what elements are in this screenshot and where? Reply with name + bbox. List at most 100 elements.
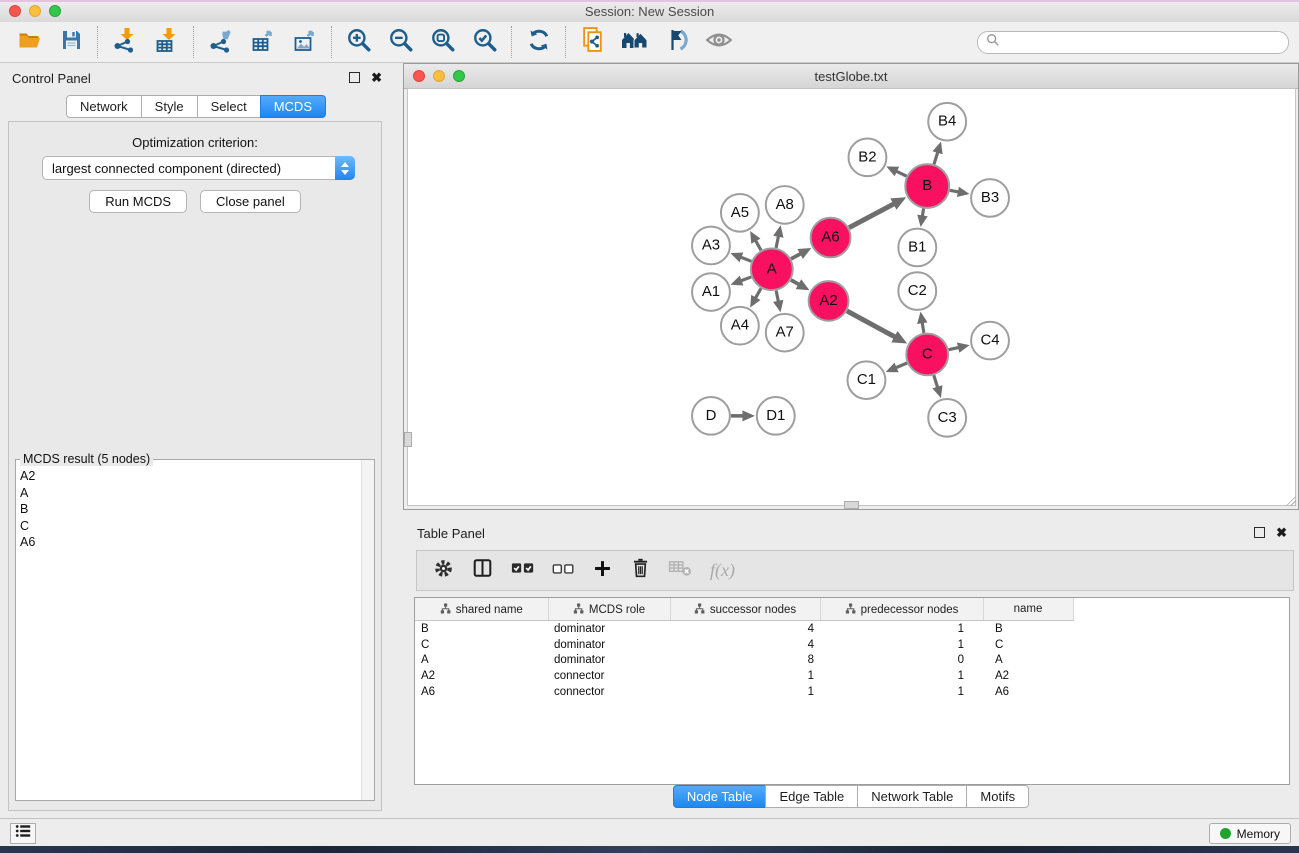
table-row[interactable]: Bdominator41B	[415, 621, 1289, 637]
table-row[interactable]: Adominator80A	[415, 653, 1289, 669]
search-input[interactable]	[1005, 34, 1280, 50]
cell[interactable]: B	[983, 621, 1073, 637]
cell[interactable]: connector	[548, 684, 670, 700]
edge-C-C2[interactable]	[917, 312, 927, 333]
cell[interactable]: dominator	[548, 637, 670, 653]
show-columns-button[interactable]	[471, 557, 494, 584]
node-D1[interactable]: D1	[757, 397, 795, 435]
edge-A-A4[interactable]	[750, 288, 761, 307]
float-panel-icon[interactable]	[1254, 527, 1265, 538]
tab-motifs[interactable]: Motifs	[966, 785, 1029, 808]
export-image-button[interactable]	[284, 25, 326, 59]
zoom-fit-button[interactable]	[422, 25, 464, 59]
search-field[interactable]	[977, 31, 1289, 54]
cell[interactable]: A	[415, 653, 548, 669]
refresh-view-button[interactable]	[518, 25, 560, 59]
edge-B-B4[interactable]	[933, 142, 943, 165]
edge-A-A3[interactable]	[730, 252, 751, 262]
node-B1[interactable]: B1	[898, 229, 936, 267]
cell[interactable]: A2	[983, 668, 1073, 684]
tab-edge-table[interactable]: Edge Table	[765, 785, 858, 808]
cell[interactable]: A6	[415, 684, 548, 700]
node-B3[interactable]: B3	[971, 179, 1009, 217]
node-A3[interactable]: A3	[692, 227, 730, 265]
column-header-predecessor-nodes[interactable]: predecessor nodes	[820, 598, 983, 621]
run-mcds-button[interactable]: Run MCDS	[89, 190, 187, 213]
node-A5[interactable]: A5	[721, 194, 759, 232]
cell[interactable]: A	[983, 653, 1073, 669]
node-C4[interactable]: C4	[971, 322, 1009, 360]
result-item[interactable]: A	[20, 485, 361, 502]
table-options-button[interactable]	[433, 558, 454, 584]
node-A6[interactable]: A6	[811, 218, 851, 258]
edge-C-C1[interactable]	[886, 363, 907, 373]
node-A1[interactable]: A1	[692, 273, 730, 311]
node-C2[interactable]: C2	[898, 272, 936, 310]
cell[interactable]: C	[415, 637, 548, 653]
column-header-name[interactable]: name	[983, 598, 1073, 621]
node-B[interactable]: B	[905, 164, 949, 208]
node-B4[interactable]: B4	[928, 103, 966, 141]
delete-columns-button[interactable]	[630, 557, 651, 584]
node-C3[interactable]: C3	[928, 399, 966, 437]
edge-A6-B[interactable]	[849, 197, 906, 227]
edge-A-A7[interactable]	[773, 291, 783, 313]
import-network-button[interactable]	[104, 25, 146, 59]
table-row[interactable]: A6connector11A6	[415, 684, 1289, 700]
edge-C-C3[interactable]	[932, 375, 942, 398]
function-builder-button[interactable]: f(x)	[710, 560, 735, 581]
result-item[interactable]: A6	[20, 534, 361, 551]
cell[interactable]: dominator	[548, 621, 670, 637]
edge-B-B3[interactable]	[950, 187, 970, 197]
import-table-button[interactable]	[146, 25, 188, 59]
tab-mcds[interactable]: MCDS	[260, 95, 326, 118]
result-item[interactable]: C	[20, 518, 361, 535]
first-neighbors-button[interactable]	[614, 25, 656, 59]
node-B2[interactable]: B2	[849, 139, 887, 177]
cell[interactable]: B	[415, 621, 548, 637]
node-A8[interactable]: A8	[766, 186, 804, 224]
tab-network[interactable]: Network	[66, 95, 142, 118]
node-A4[interactable]: A4	[721, 307, 759, 345]
tab-node-table[interactable]: Node Table	[673, 785, 767, 808]
result-item[interactable]: B	[20, 501, 361, 518]
cell[interactable]: 4	[670, 621, 820, 637]
criterion-select[interactable]: largest connected component (directed)	[42, 156, 355, 180]
edge-B-B1[interactable]	[917, 209, 927, 227]
edge-A-A1[interactable]	[731, 276, 752, 286]
edge-A-A8[interactable]	[773, 225, 783, 248]
column-header-mcds-role[interactable]: MCDS role	[548, 598, 670, 621]
create-column-button[interactable]	[592, 558, 613, 584]
float-panel-icon[interactable]	[349, 72, 360, 83]
edge-A2-C[interactable]	[847, 311, 907, 344]
tab-style[interactable]: Style	[141, 95, 198, 118]
node-A2[interactable]: A2	[809, 281, 849, 321]
edge-A-A2[interactable]	[791, 279, 810, 290]
node-A7[interactable]: A7	[766, 314, 804, 352]
node-A[interactable]: A	[751, 248, 793, 290]
network-canvas[interactable]: B4B2BB3A8A5A6A3B1AC2A1A2A4A7C4CC1C3DD1	[407, 88, 1296, 506]
pane-divider-handle[interactable]	[844, 501, 859, 509]
edge-D-D1[interactable]	[731, 410, 755, 421]
show-hide-graphics-details-button[interactable]	[656, 25, 698, 59]
close-panel-button[interactable]: Close panel	[200, 190, 301, 213]
new-network-from-selection-button[interactable]	[572, 25, 614, 59]
zoom-out-button[interactable]	[380, 25, 422, 59]
tab-select[interactable]: Select	[197, 95, 261, 118]
node-C[interactable]: C	[906, 334, 948, 376]
save-session-button[interactable]	[50, 25, 92, 59]
cell[interactable]: 1	[820, 668, 983, 684]
table-row[interactable]: A2connector11A2	[415, 668, 1289, 684]
cell[interactable]: 1	[820, 637, 983, 653]
column-header-successor-nodes[interactable]: successor nodes	[670, 598, 820, 621]
cell[interactable]: 1	[820, 684, 983, 700]
cell[interactable]: 8	[670, 653, 820, 669]
cell[interactable]: C	[983, 637, 1073, 653]
pane-divider-handle[interactable]	[404, 432, 412, 447]
node-C1[interactable]: C1	[848, 361, 886, 399]
show-hidden-elements-button[interactable]	[698, 25, 740, 59]
zoom-in-button[interactable]	[338, 25, 380, 59]
select-all-button[interactable]	[511, 560, 535, 581]
open-session-button[interactable]	[8, 25, 50, 59]
cell[interactable]: connector	[548, 668, 670, 684]
